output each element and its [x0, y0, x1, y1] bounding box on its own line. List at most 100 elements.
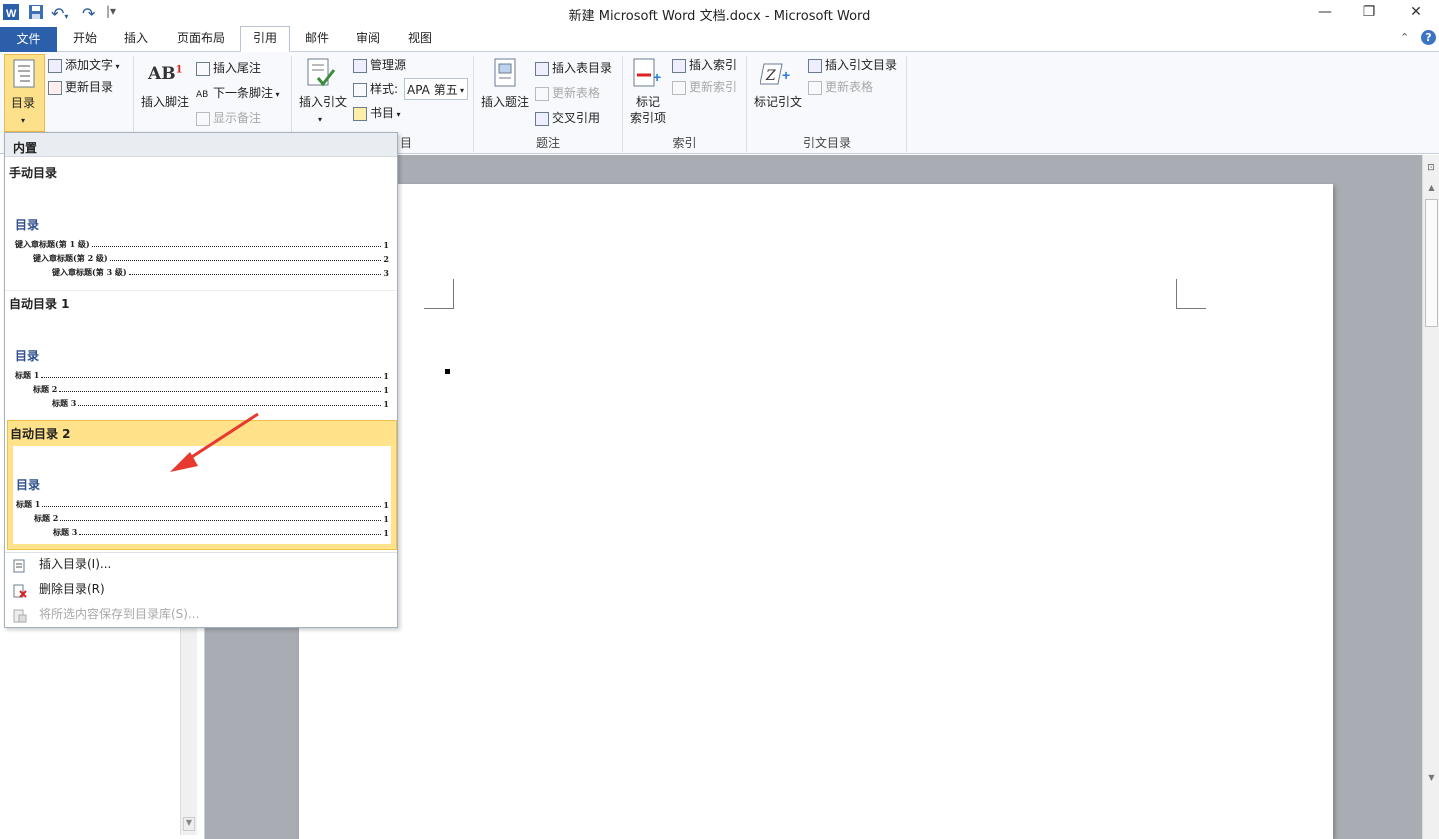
toc-preview-line: 标题 11 — [16, 499, 389, 510]
mark-entry-line1: 标记 — [635, 95, 660, 109]
svg-text:W: W — [6, 8, 17, 20]
scroll-down-icon[interactable]: ▼ — [1426, 773, 1437, 783]
window-title: 新建 Microsoft Word 文档.docx - Microsoft Wo… — [568, 9, 871, 24]
gallery-item-title: 自动目录 1 — [9, 297, 70, 311]
bibliography-label: 书目 — [370, 106, 395, 120]
mark-citation-button[interactable]: 标记引文 — [754, 94, 802, 110]
save-selection-label: 将所选内容保存到目录库(S)... — [39, 607, 200, 621]
insert-toc-menu-item[interactable]: 插入目录(I)... — [5, 552, 397, 577]
tab-page-layout[interactable]: 页面布局 — [167, 27, 235, 52]
svg-text:Z: Z — [765, 68, 776, 84]
insert-toa-icon — [808, 58, 822, 73]
tab-review[interactable]: 审阅 — [345, 27, 391, 52]
manage-sources-label: 管理源 — [370, 58, 407, 72]
manage-sources-icon — [353, 58, 367, 73]
remove-toc-label: 删除目录(R) — [39, 582, 105, 596]
update-toa-label: 更新表格 — [825, 80, 874, 94]
restore-button[interactable]: ❐ — [1354, 4, 1384, 24]
gallery-item-auto-toc-1[interactable]: 自动目录 1 目录 标题 11 标题 21 标题 31 — [5, 290, 397, 418]
endnote-icon — [196, 61, 210, 76]
minimize-ribbon-icon[interactable]: ⌃ — [1400, 31, 1409, 44]
toc-preview-line: 标题 21 — [33, 384, 389, 395]
show-notes-icon — [196, 111, 210, 126]
toc-preview-line: 标题 31 — [53, 527, 389, 538]
toc-dropdown-menu: 内置 手动目录 目录 键入章标题(第 1 级) 1 键入章标题(第 2 级) 2 键… — [4, 132, 398, 628]
vertical-scrollbar[interactable]: ⊡ ▲ ▼ — [1422, 155, 1439, 839]
ruler-toggle-icon[interactable]: ⊡ — [1425, 163, 1437, 177]
add-text-button[interactable]: 添加文字 ▾ — [48, 57, 120, 75]
scroll-up-icon[interactable]: ▲ — [1426, 183, 1437, 193]
update-index-button[interactable]: 更新索引 — [672, 79, 737, 95]
tab-file[interactable]: 文件 — [0, 27, 57, 52]
style-label-text: 样式: — [370, 82, 399, 96]
remove-toc-menu-item[interactable]: 删除目录(R) — [5, 577, 397, 602]
document-page[interactable] — [299, 184, 1333, 839]
tab-mailings[interactable]: 邮件 — [294, 27, 340, 52]
authorities-group-label: 引文目录 — [802, 136, 851, 150]
redo-button[interactable]: ↷ — [82, 4, 96, 23]
insert-citation-button[interactable]: 插入引文 — [299, 94, 347, 110]
style-select[interactable]: APA 第五 ▾ — [404, 78, 468, 100]
table-of-figures-icon — [535, 61, 549, 76]
insert-endnote-label: 插入尾注 — [213, 61, 262, 75]
next-footnote-label: 下一条脚注 — [213, 86, 274, 100]
mark-entry-icon: + — [632, 58, 664, 91]
insert-toa-label: 插入引文目录 — [825, 58, 898, 72]
help-icon[interactable]: ? — [1421, 30, 1436, 45]
tab-home[interactable]: 开始 — [62, 27, 108, 52]
manage-sources-button[interactable]: 管理源 — [353, 57, 406, 73]
remove-toc-icon — [13, 582, 27, 598]
next-footnote-icon: AB — [196, 89, 209, 100]
show-notes-button[interactable]: 显示备注 — [196, 110, 261, 126]
toc-button[interactable]: 目录 ▾ — [4, 54, 45, 132]
ribbon-tabs: 开始 插入 页面布局 引用 邮件 审阅 视图 ⌃ ? — [0, 26, 1439, 52]
insert-table-of-figures-label: 插入表目录 — [552, 61, 613, 75]
style-icon — [353, 82, 367, 97]
update-toc-button[interactable]: 更新目录 — [48, 79, 113, 95]
chevron-down-icon: ▾ — [21, 116, 26, 125]
save-icon[interactable] — [28, 4, 44, 22]
tab-view[interactable]: 视图 — [397, 27, 443, 52]
toc-preview-heading: 目录 — [15, 218, 40, 232]
style-select-value: APA 第五 — [407, 83, 458, 97]
add-text-label: 添加文字 — [65, 58, 114, 72]
insert-index-label: 插入索引 — [689, 58, 738, 72]
next-footnote-button[interactable]: AB 下一条脚注 ▾ — [196, 85, 280, 103]
toc-preview-line: 键入章标题(第 3 级) 3 — [52, 267, 389, 278]
word-app-icon[interactable]: W — [3, 4, 19, 22]
minimize-button[interactable]: — — [1310, 4, 1340, 24]
insert-table-of-figures-button[interactable]: 插入表目录 — [535, 60, 612, 76]
toc-preview-heading: 目录 — [15, 349, 40, 363]
tab-insert[interactable]: 插入 — [113, 27, 159, 52]
insert-endnote-button[interactable]: 插入尾注 — [196, 60, 261, 76]
gallery-item-manual-toc[interactable]: 手动目录 目录 键入章标题(第 1 级) 1 键入章标题(第 2 级) 2 键入章标… — [5, 160, 397, 288]
scroll-down-icon[interactable]: ▼ — [183, 817, 195, 831]
redo-icon: ↷ — [82, 4, 96, 23]
insert-toc-label: 插入目录(I)... — [39, 557, 112, 571]
undo-button[interactable]: ↶▾ — [51, 4, 68, 23]
close-button[interactable]: ✕ — [1401, 4, 1431, 24]
scroll-thumb[interactable] — [1425, 199, 1438, 327]
add-text-icon — [48, 58, 62, 73]
update-figures-table-button[interactable]: 更新表格 — [535, 85, 600, 101]
insert-toa-button[interactable]: 插入引文目录 — [808, 57, 897, 73]
insert-index-button[interactable]: 插入索引 — [672, 57, 737, 73]
mark-entry-button[interactable]: 标记 索引项 — [630, 94, 666, 126]
insert-toc-icon — [13, 557, 27, 573]
gallery-item-title: 自动目录 2 — [10, 427, 71, 441]
insert-footnote-button[interactable]: 插入脚注 — [141, 94, 189, 110]
tab-references[interactable]: 引用 — [240, 26, 290, 52]
update-toa-icon — [808, 80, 822, 95]
update-toa-button[interactable]: 更新表格 — [808, 79, 873, 95]
cross-reference-button[interactable]: 交叉引用 — [535, 110, 600, 126]
annotation-arrow-icon — [170, 412, 259, 472]
customize-qat-icon[interactable]: |▾ — [106, 4, 116, 22]
toc-icon — [11, 59, 39, 92]
insert-caption-button[interactable]: 插入题注 — [481, 94, 529, 110]
toc-preview-line: 标题 31 — [52, 398, 389, 409]
footnote-icon: AB1 — [148, 64, 183, 84]
index-group-label: 索引 — [672, 136, 697, 150]
crop-mark-top-right — [1176, 279, 1206, 309]
bibliography-button[interactable]: 书目 ▾ — [353, 105, 401, 123]
save-selection-menu-item[interactable]: 将所选内容保存到目录库(S)... — [5, 602, 397, 627]
